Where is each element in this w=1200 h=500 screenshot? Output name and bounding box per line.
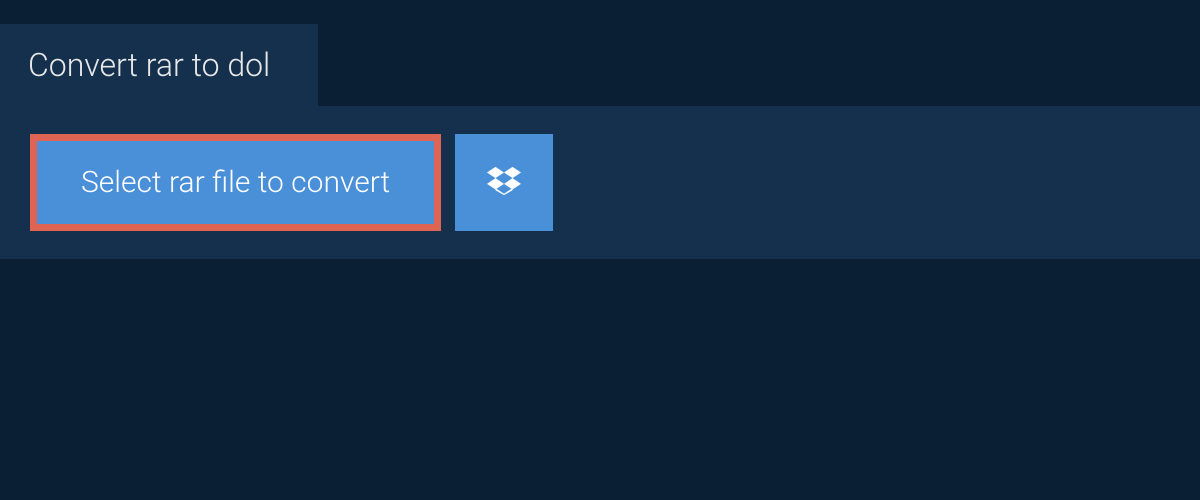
dropbox-button[interactable]: [455, 134, 553, 231]
tab-title: Convert rar to dol: [0, 24, 318, 106]
upload-panel: Select rar file to convert: [0, 106, 1200, 259]
select-file-label: Select rar file to convert: [81, 165, 390, 200]
select-file-button[interactable]: Select rar file to convert: [30, 134, 441, 231]
dropbox-icon: [487, 164, 521, 202]
